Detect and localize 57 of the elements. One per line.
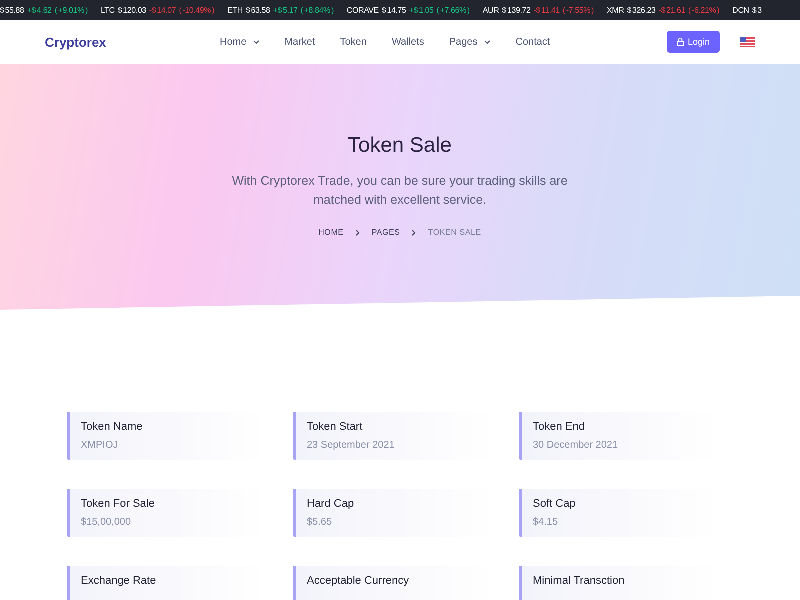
percent-change: ( +7.66% ): [436, 6, 470, 14]
nav-link[interactable]: Wallets: [392, 36, 424, 48]
coin-price: $ 55.88: [0, 6, 24, 14]
chevron-right-icon: [412, 230, 416, 236]
coin-price: $ 3: [752, 6, 762, 14]
info-value: $15,00,000: [81, 517, 132, 528]
coin-symbol: DCN: [732, 6, 750, 14]
percent-change: ( +9.01% ): [54, 6, 88, 14]
coin-price: $ 326.23: [627, 6, 656, 14]
coin-symbol: LTC: [100, 6, 115, 14]
info-label: Token For Sale: [81, 498, 156, 510]
breadcrumb-current: TOKEN SALE: [428, 228, 482, 237]
percent-change: ( -10.49% ): [179, 6, 215, 14]
percent-change: ( -7.55% ): [562, 6, 594, 14]
info-label: Token End: [533, 421, 586, 433]
info-value: $4.15: [533, 517, 560, 528]
coin-symbol: XMR: [607, 6, 624, 14]
coin-symbol: ETH: [228, 6, 243, 14]
info-label: Minimal Transction: [533, 575, 626, 587]
coin-symbol: AUR: [482, 6, 500, 14]
price-change: -$ 21.61: [658, 6, 686, 14]
breadcrumb-link[interactable]: HOME: [318, 228, 344, 237]
price-change: -$ 11.41: [534, 6, 560, 14]
lock-icon: [676, 38, 684, 46]
nav-link[interactable]: Pages: [449, 36, 491, 48]
price-change: +$ 1.05: [409, 6, 434, 14]
price-change: +$ 4.62: [27, 6, 52, 14]
nav-link[interactable]: Contact: [516, 36, 550, 48]
price-change: +$ 5.17: [273, 6, 298, 14]
info-value: 30 December 2021: [533, 440, 620, 451]
logo[interactable]: Cryptorex: [45, 34, 220, 50]
info-label: Soft Cap: [533, 498, 577, 510]
breadcrumb-link[interactable]: PAGES: [372, 228, 400, 237]
nav-link[interactable]: Home: [220, 36, 260, 48]
coin-price: $ 14.75: [382, 6, 406, 14]
info-value: $5.65: [307, 517, 334, 528]
coin-price: $ 63.58: [246, 6, 270, 14]
coin-symbol: CORAVE: [346, 6, 379, 14]
nav-link[interactable]: Market: [284, 36, 316, 48]
login-button[interactable]: Login: [666, 31, 720, 53]
percent-change: ( -6.21% ): [688, 6, 720, 14]
coin-price: $ 120.03: [118, 6, 146, 14]
coin-price: $ 139.72: [502, 6, 531, 14]
price-change: -$ 14.07: [149, 6, 176, 14]
chevron-right-icon: [356, 230, 360, 236]
percent-change: ( +8.84% ): [300, 6, 334, 14]
flag-icon[interactable]: [740, 37, 755, 47]
info-value: 23 September 2021: [307, 440, 396, 451]
info-value: XMPIOJ: [81, 440, 120, 451]
nav-link[interactable]: Token: [340, 36, 367, 48]
info-label: Token Start: [307, 421, 364, 433]
hero-subtitle: With Cryptorex Trade, you can be sure your trading skills are matched with excellent service.: [231, 173, 569, 209]
page-title: Token Sale: [348, 134, 452, 158]
info-label: Hard Cap: [307, 498, 356, 510]
info-label: Acceptable Currency: [307, 575, 410, 587]
info-label: Exchange Rate: [81, 575, 158, 587]
info-label: Token Name: [81, 421, 144, 433]
